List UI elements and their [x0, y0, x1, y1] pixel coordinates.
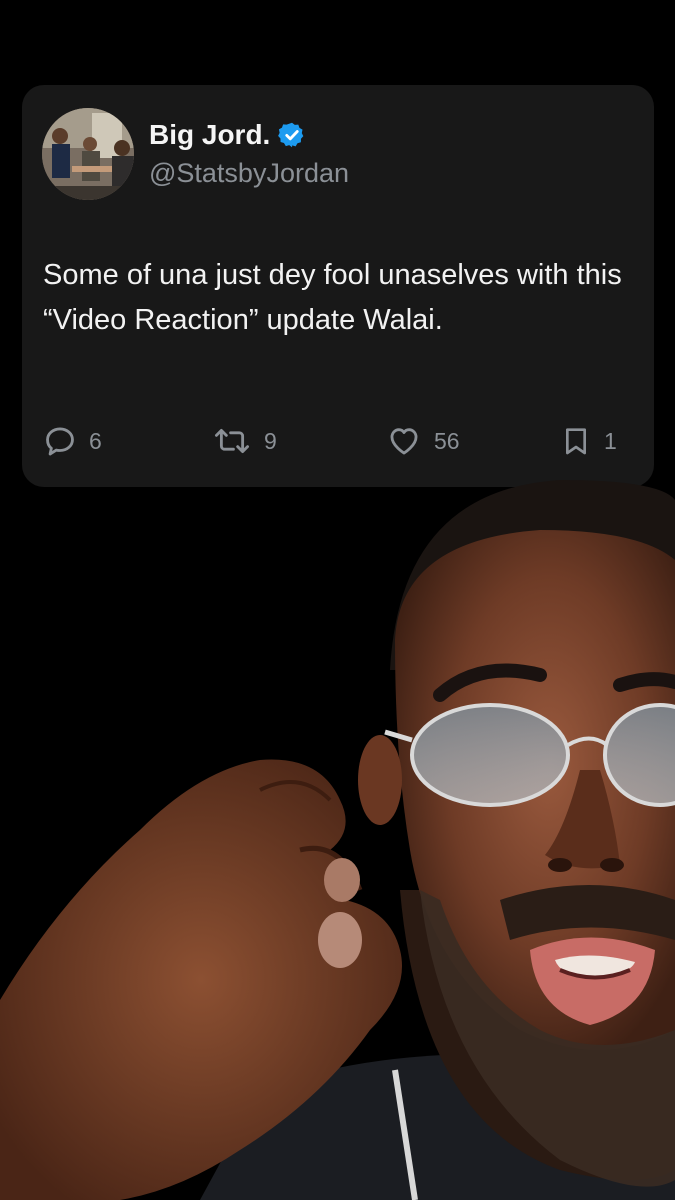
user-handle[interactable]: @StatsbyJordan	[149, 158, 349, 189]
like-count: 56	[434, 427, 460, 454]
avatar-photo	[42, 108, 134, 200]
repost-count: 9	[264, 427, 277, 454]
bookmark-icon	[560, 424, 592, 458]
reply-icon	[43, 424, 77, 458]
display-name-text: Big Jord.	[149, 119, 271, 150]
display-name[interactable]: Big Jord.	[149, 119, 306, 151]
bookmark-button[interactable]: 1	[560, 421, 617, 461]
reply-count: 6	[89, 427, 102, 454]
heart-icon	[386, 424, 422, 458]
reply-button[interactable]: 6	[43, 421, 102, 461]
avatar[interactable]	[42, 108, 134, 200]
like-button[interactable]: 56	[386, 421, 460, 461]
verified-badge-icon	[278, 121, 306, 149]
tweet-card[interactable]: Big Jord. @StatsbyJordan Some of una jus…	[22, 85, 654, 487]
tweet-actions: 6 9 56 1	[22, 421, 654, 461]
bookmark-count: 1	[604, 427, 617, 454]
repost-icon	[212, 424, 252, 458]
repost-button[interactable]: 9	[212, 421, 277, 461]
tweet-text: Some of una just dey fool unaselves with…	[43, 259, 622, 336]
reaction-photo	[0, 470, 675, 1200]
